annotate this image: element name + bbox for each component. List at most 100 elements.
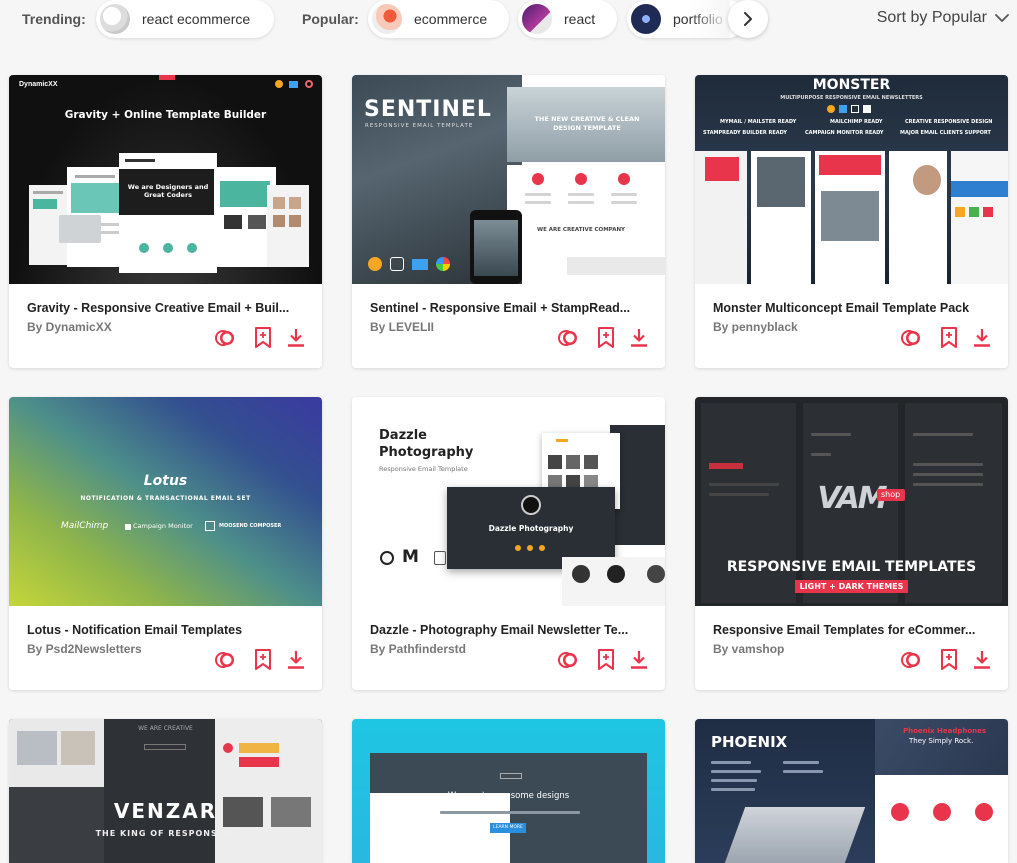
template-card[interactable]: DynamicXX Gravity + Online Template Buil… bbox=[9, 75, 322, 368]
bookmark-add-icon bbox=[255, 327, 271, 348]
preview-icon bbox=[558, 330, 577, 346]
bookmark-add-icon bbox=[598, 649, 614, 670]
mock-page bbox=[9, 719, 104, 863]
mock-phone bbox=[470, 210, 522, 284]
chip-label: react bbox=[564, 11, 596, 27]
chip-thumbnail bbox=[372, 4, 402, 34]
card-thumbnail[interactable]: We create awesome designs LEARN MORE bbox=[352, 719, 665, 863]
logo-litmus bbox=[436, 257, 450, 271]
chip-thumbnail bbox=[522, 4, 552, 34]
thumb-badge: shop bbox=[877, 489, 905, 501]
logo-stampready bbox=[390, 257, 404, 271]
thumb-brand: PHOENIX bbox=[711, 733, 788, 751]
add-to-collection-button[interactable] bbox=[595, 649, 617, 671]
live-preview-button[interactable] bbox=[900, 327, 922, 349]
logo-m: M bbox=[402, 547, 419, 567]
add-to-collection-button[interactable] bbox=[252, 327, 274, 349]
template-card[interactable]: Lotus NOTIFICATION & TRANSACTIONAL EMAIL… bbox=[9, 397, 322, 690]
thumb-tagline: We are Designers and Great Coders bbox=[127, 183, 209, 199]
card-thumbnail[interactable]: PHOENIX Phoenix Headphones They Simply R… bbox=[695, 719, 1008, 863]
card-title[interactable]: Sentinel - Responsive Email + StampRead.… bbox=[370, 301, 650, 315]
live-preview-button[interactable] bbox=[214, 649, 236, 671]
thumb-feature: MAJOR EMAIL CLIENTS SUPPORT bbox=[900, 130, 991, 136]
thumb-brand: DynamicXX bbox=[19, 81, 58, 88]
card-title[interactable]: Monster Multiconcept Email Template Pack bbox=[713, 301, 993, 315]
thumb-button-label: LEARN MORE bbox=[493, 825, 523, 830]
template-card[interactable]: VAM shop RESPONSIVE EMAIL TEMPLATES LIGH… bbox=[695, 397, 1008, 690]
live-preview-button[interactable] bbox=[214, 327, 236, 349]
mock-laptop bbox=[724, 807, 866, 863]
popular-chip-ecommerce[interactable]: ecommerce bbox=[368, 0, 509, 38]
card-title[interactable]: Lotus - Notification Email Templates bbox=[27, 623, 307, 637]
thumb-feature: CAMPAIGN MONITOR READY bbox=[805, 130, 884, 136]
card-author[interactable]: By Psd2Newsletters bbox=[27, 642, 142, 656]
thumb-brand: Lotus bbox=[143, 473, 188, 489]
chip-thumbnail bbox=[631, 4, 661, 34]
add-to-collection-button[interactable] bbox=[938, 327, 960, 349]
thumb-feature: CREATIVE RESPONSIVE DESIGN bbox=[905, 119, 993, 125]
live-preview-button[interactable] bbox=[557, 649, 579, 671]
popular-chip-react[interactable]: react bbox=[518, 0, 617, 38]
thumb-partner: MOOSEND COMPOSER bbox=[219, 523, 282, 529]
preview-icon bbox=[558, 652, 577, 668]
preview-icon bbox=[215, 652, 234, 668]
download-button[interactable] bbox=[285, 327, 307, 349]
logo-stampready bbox=[434, 551, 446, 565]
thumb-subtitle: NOTIFICATION & TRANSACTIONAL EMAIL SET bbox=[80, 495, 251, 502]
card-thumbnail[interactable]: MONSTER MULTIPURPOSE RESPONSIVE EMAIL NE… bbox=[695, 75, 1008, 284]
mockup-collage bbox=[695, 151, 1008, 284]
template-card[interactable]: MONSTER MULTIPURPOSE RESPONSIVE EMAIL NE… bbox=[695, 75, 1008, 368]
card-thumbnail[interactable]: SENTINEL RESPONSIVE EMAIL TEMPLATE THE N… bbox=[352, 75, 665, 284]
filter-bar: Trending: react ecommerce Popular: ecomm… bbox=[0, 0, 1017, 38]
add-to-collection-button[interactable] bbox=[595, 327, 617, 349]
thumb-dot bbox=[305, 80, 313, 88]
template-card[interactable]: SENTINEL RESPONSIVE EMAIL TEMPLATE THE N… bbox=[352, 75, 665, 368]
thumb-headline: Dazzle Photography bbox=[379, 428, 474, 460]
trending-chip-react-ecommerce[interactable]: react ecommerce bbox=[96, 0, 274, 38]
card-author[interactable]: By pennyblack bbox=[713, 320, 798, 334]
card-author[interactable]: By vamshop bbox=[713, 642, 784, 656]
card-title[interactable]: Gravity - Responsive Creative Email + Bu… bbox=[27, 301, 307, 315]
template-card[interactable]: Dazzle Photography Responsive Email Temp… bbox=[352, 397, 665, 690]
sort-dropdown[interactable]: Sort by Popular bbox=[877, 9, 1009, 27]
live-preview-button[interactable] bbox=[900, 649, 922, 671]
scroll-next-button[interactable] bbox=[728, 0, 768, 38]
download-button[interactable] bbox=[971, 327, 993, 349]
card-thumbnail[interactable]: Lotus NOTIFICATION & TRANSACTIONAL EMAIL… bbox=[9, 397, 322, 606]
card-thumbnail[interactable]: Dazzle Photography Responsive Email Temp… bbox=[352, 397, 665, 606]
card-title[interactable]: Responsive Email Templates for eCommer..… bbox=[713, 623, 993, 637]
card-thumbnail[interactable]: VAM shop RESPONSIVE EMAIL TEMPLATES LIGH… bbox=[695, 397, 1008, 606]
chip-label: react ecommerce bbox=[142, 11, 251, 27]
download-icon bbox=[631, 651, 647, 669]
download-button[interactable] bbox=[628, 649, 650, 671]
card-thumbnail[interactable]: DynamicXX Gravity + Online Template Buil… bbox=[9, 75, 322, 284]
add-to-collection-button[interactable] bbox=[252, 649, 274, 671]
chevron-down-icon bbox=[995, 14, 1009, 22]
download-button[interactable] bbox=[971, 649, 993, 671]
card-author[interactable]: By DynamicXX bbox=[27, 320, 112, 334]
template-card[interactable]: WE ARE CREATIVE VENZAR THE KING OF RESPO… bbox=[9, 719, 322, 863]
thumb-subtitle: THE KING OF RESPONSIVE bbox=[95, 829, 236, 838]
mock-page bbox=[562, 557, 665, 606]
thumb-brand: MONSTER bbox=[812, 77, 891, 93]
card-author[interactable]: By Pathfinderstd bbox=[370, 642, 466, 656]
logo-campaign-monitor bbox=[412, 259, 428, 270]
card-author[interactable]: By LEVELII bbox=[370, 320, 434, 334]
trending-label: Trending: bbox=[22, 11, 86, 27]
thumb-partner: MailChimp bbox=[61, 521, 109, 531]
template-card[interactable]: PHOENIX Phoenix Headphones They Simply R… bbox=[695, 719, 1008, 863]
card-thumbnail[interactable]: WE ARE CREATIVE VENZAR THE KING OF RESPO… bbox=[9, 719, 322, 863]
thumb-inner-title: Dazzle Photography bbox=[488, 524, 574, 533]
card-title[interactable]: Dazzle - Photography Email Newsletter Te… bbox=[370, 623, 650, 637]
mock-page bbox=[119, 153, 217, 273]
add-to-collection-button[interactable] bbox=[938, 649, 960, 671]
chip-label: ecommerce bbox=[414, 11, 488, 27]
thumb-ribbon bbox=[159, 75, 175, 80]
download-button[interactable] bbox=[285, 649, 307, 671]
thumb-headline: We create awesome designs bbox=[447, 791, 570, 801]
template-card[interactable]: We create awesome designs LEARN MORE bbox=[352, 719, 665, 863]
thumb-brand: SENTINEL bbox=[364, 97, 492, 122]
live-preview-button[interactable] bbox=[557, 327, 579, 349]
download-button[interactable] bbox=[628, 327, 650, 349]
thumb-brand: VENZAR bbox=[113, 799, 218, 823]
